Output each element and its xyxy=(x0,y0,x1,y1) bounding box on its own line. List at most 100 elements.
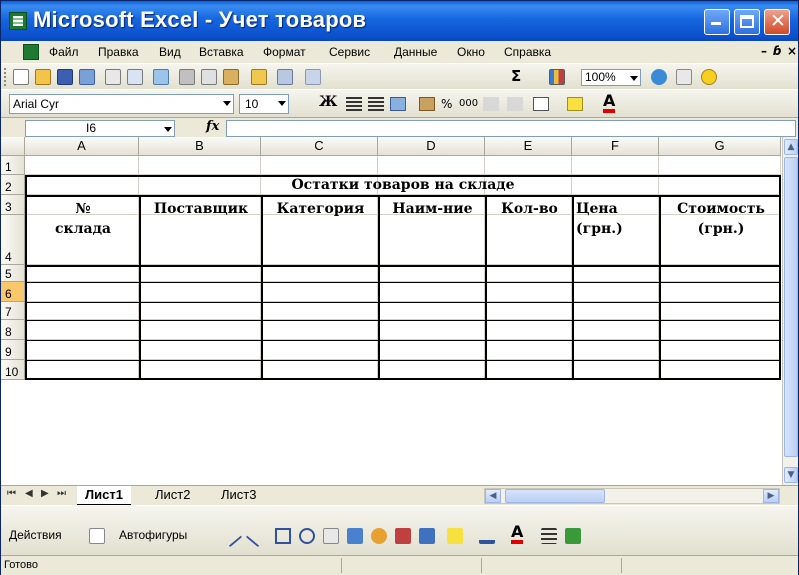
menu-window[interactable]: Окно xyxy=(457,45,485,59)
menu-file[interactable]: Файл xyxy=(49,45,79,59)
spelling-icon[interactable] xyxy=(153,69,169,85)
select-objects-icon[interactable] xyxy=(89,528,105,544)
menu-edit[interactable]: Правка xyxy=(98,45,139,59)
draw-fill-color-icon[interactable] xyxy=(447,528,463,544)
menu-tools[interactable]: Сервис xyxy=(329,45,370,59)
cell[interactable] xyxy=(25,320,139,340)
maximize-button[interactable] xyxy=(734,9,760,35)
cell[interactable] xyxy=(139,265,261,282)
cell[interactable] xyxy=(378,282,485,302)
diagram-icon[interactable] xyxy=(371,528,387,544)
cell[interactable] xyxy=(572,265,659,282)
format-painter-icon[interactable] xyxy=(251,69,267,85)
menu-format[interactable]: Формат xyxy=(263,45,306,59)
draw-font-color-icon[interactable]: A xyxy=(511,524,524,544)
name-box[interactable]: I6 xyxy=(25,120,175,137)
draw-actions-menu[interactable]: Действия xyxy=(9,528,62,542)
workbook-icon[interactable] xyxy=(23,44,39,60)
cell[interactable] xyxy=(25,282,139,302)
help-icon[interactable] xyxy=(651,69,667,85)
increase-decimal-icon[interactable] xyxy=(483,97,499,111)
cell[interactable] xyxy=(139,320,261,340)
cell[interactable] xyxy=(485,340,572,360)
close-button[interactable]: ✕ xyxy=(764,9,790,35)
scroll-up-icon[interactable]: ▲ xyxy=(784,139,798,155)
scroll-right-icon[interactable]: ▶ xyxy=(763,489,779,503)
cell[interactable] xyxy=(25,265,139,282)
row-header-4[interactable]: 4 xyxy=(1,215,25,265)
menu-insert[interactable]: Вставка xyxy=(199,45,244,59)
cell[interactable] xyxy=(572,282,659,302)
doc-minimize-icon[interactable]: – xyxy=(761,44,767,58)
cell[interactable] xyxy=(378,265,485,282)
row-header-8[interactable]: 8 xyxy=(1,320,25,340)
menu-data[interactable]: Данные xyxy=(394,45,437,59)
print-preview-icon[interactable] xyxy=(127,69,143,85)
autoshapes-menu[interactable]: Автофигуры xyxy=(119,528,187,542)
cell[interactable] xyxy=(572,340,659,360)
cell[interactable] xyxy=(485,265,572,282)
cell[interactable] xyxy=(25,156,139,175)
last-sheet-icon[interactable]: ⏭ xyxy=(57,488,66,499)
fill-color-icon[interactable] xyxy=(567,97,583,111)
cell[interactable] xyxy=(139,302,261,320)
zoom-select[interactable]: 100% xyxy=(581,69,641,86)
line-icon[interactable] xyxy=(219,524,243,548)
cell[interactable] xyxy=(572,156,659,175)
prev-sheet-icon[interactable]: ◀ xyxy=(25,488,33,499)
cell[interactable] xyxy=(25,302,139,320)
row-header-10[interactable]: 10 xyxy=(1,360,25,380)
vertical-scrollbar[interactable]: ▲ ▼ xyxy=(782,137,798,485)
cell[interactable] xyxy=(261,265,378,282)
cell[interactable] xyxy=(485,302,572,320)
autosum-icon[interactable]: Σ xyxy=(511,67,521,85)
rectangle-icon[interactable] xyxy=(275,528,291,544)
currency-icon[interactable] xyxy=(419,97,435,111)
row-header-3[interactable]: 3 xyxy=(1,195,25,215)
row-header-9[interactable]: 9 xyxy=(1,340,25,360)
scroll-down-icon[interactable]: ▼ xyxy=(784,467,798,483)
textbox-icon[interactable] xyxy=(323,528,339,544)
cell[interactable] xyxy=(572,320,659,340)
cell[interactable] xyxy=(485,282,572,302)
cell[interactable] xyxy=(139,360,261,380)
horizontal-scrollbar[interactable]: ◀ ▶ xyxy=(484,488,780,504)
open-icon[interactable] xyxy=(35,69,51,85)
cell[interactable] xyxy=(485,360,572,380)
row-header-5[interactable]: 5 xyxy=(1,265,25,282)
doc-restore-icon[interactable]: ɓ xyxy=(773,44,782,58)
cell[interactable] xyxy=(378,320,485,340)
column-header-a[interactable]: A xyxy=(25,137,139,156)
title-bar[interactable]: Microsoft Excel - Учет товаров ✕ xyxy=(1,1,798,41)
cell[interactable] xyxy=(25,340,139,360)
cell[interactable] xyxy=(572,302,659,320)
comma-style-button[interactable]: 000 xyxy=(459,98,478,109)
undo-icon[interactable] xyxy=(277,69,293,85)
paste-icon[interactable] xyxy=(223,69,239,85)
horizontal-scroll-thumb[interactable] xyxy=(505,489,605,503)
vertical-scroll-thumb[interactable] xyxy=(784,157,798,457)
cell[interactable] xyxy=(378,156,485,175)
cell[interactable] xyxy=(261,156,378,175)
select-all-corner[interactable] xyxy=(1,137,25,156)
cell[interactable] xyxy=(261,302,378,320)
formula-input[interactable] xyxy=(226,120,796,137)
column-header-b[interactable]: B xyxy=(139,137,261,156)
sheet-tab-1[interactable]: Лист1 xyxy=(77,486,131,505)
next-sheet-icon[interactable]: ▶ xyxy=(41,488,49,499)
align-left-icon[interactable] xyxy=(346,97,362,111)
percent-style-button[interactable]: % xyxy=(441,97,452,111)
cell[interactable] xyxy=(261,320,378,340)
column-header-g[interactable]: G xyxy=(659,137,781,156)
menu-help[interactable]: Справка xyxy=(504,45,551,59)
cell[interactable] xyxy=(261,360,378,380)
print-icon[interactable] xyxy=(105,69,121,85)
cell[interactable] xyxy=(659,156,781,175)
cell[interactable] xyxy=(485,320,572,340)
new-icon[interactable] xyxy=(13,69,29,85)
cell[interactable] xyxy=(261,282,378,302)
oval-icon[interactable] xyxy=(299,528,315,544)
column-header-e[interactable]: E xyxy=(485,137,572,156)
menu-view[interactable]: Вид xyxy=(159,45,181,59)
cell[interactable] xyxy=(378,360,485,380)
